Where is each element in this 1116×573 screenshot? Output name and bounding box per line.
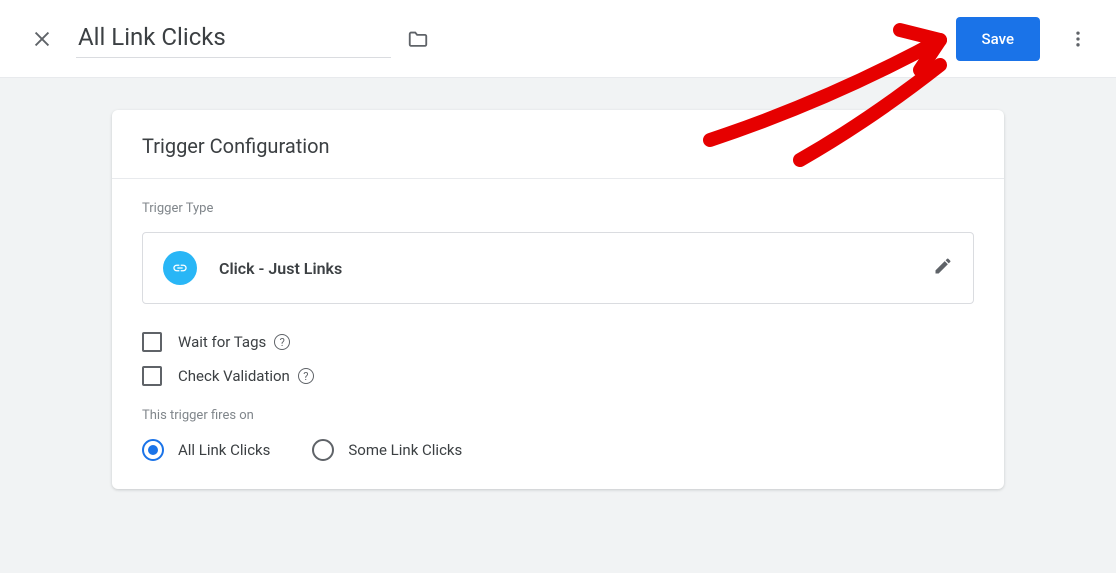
main-area: Trigger Configuration Trigger Type Click… bbox=[0, 78, 1116, 489]
check-validation-label: Check Validation bbox=[178, 367, 290, 385]
trigger-type-label: Trigger Type bbox=[142, 201, 974, 216]
edit-trigger-type-button[interactable] bbox=[933, 256, 953, 280]
help-icon[interactable]: ? bbox=[298, 368, 314, 384]
trigger-type-value: Click - Just Links bbox=[219, 259, 933, 278]
fires-on-label: This trigger fires on bbox=[142, 408, 974, 423]
link-icon bbox=[163, 251, 197, 285]
trigger-name-input[interactable] bbox=[76, 19, 391, 58]
trigger-type-selector[interactable]: Click - Just Links bbox=[142, 232, 974, 304]
radio-all-link-clicks[interactable]: All Link Clicks bbox=[142, 439, 270, 461]
radio-unselected-icon bbox=[312, 439, 334, 461]
save-button[interactable]: Save bbox=[956, 17, 1040, 61]
trigger-config-card: Trigger Configuration Trigger Type Click… bbox=[112, 110, 1004, 489]
help-icon[interactable]: ? bbox=[274, 334, 290, 350]
pencil-icon bbox=[933, 256, 953, 276]
fires-on-section: This trigger fires on All Link Clicks So… bbox=[142, 408, 974, 461]
checkbox-icon bbox=[142, 332, 162, 352]
radio-some-link-clicks[interactable]: Some Link Clicks bbox=[312, 439, 462, 461]
folder-button[interactable] bbox=[407, 28, 429, 50]
radio-some-label: Some Link Clicks bbox=[348, 441, 462, 459]
close-icon bbox=[31, 28, 53, 50]
card-title: Trigger Configuration bbox=[112, 110, 1004, 179]
title-wrap bbox=[76, 19, 956, 58]
close-button[interactable] bbox=[22, 19, 62, 59]
more-menu-button[interactable] bbox=[1058, 19, 1098, 59]
radio-selected-icon bbox=[142, 439, 164, 461]
header-bar: Save bbox=[0, 0, 1116, 78]
check-validation-checkbox[interactable]: Check Validation ? bbox=[142, 366, 974, 386]
wait-for-tags-label: Wait for Tags bbox=[178, 333, 266, 351]
card-body: Trigger Type Click - Just Links Wait for… bbox=[112, 179, 1004, 461]
wait-for-tags-checkbox[interactable]: Wait for Tags ? bbox=[142, 332, 974, 352]
folder-icon bbox=[407, 28, 429, 50]
fires-on-radio-group: All Link Clicks Some Link Clicks bbox=[142, 439, 974, 461]
checkbox-icon bbox=[142, 366, 162, 386]
radio-all-label: All Link Clicks bbox=[178, 441, 270, 459]
more-vert-icon bbox=[1068, 29, 1088, 49]
